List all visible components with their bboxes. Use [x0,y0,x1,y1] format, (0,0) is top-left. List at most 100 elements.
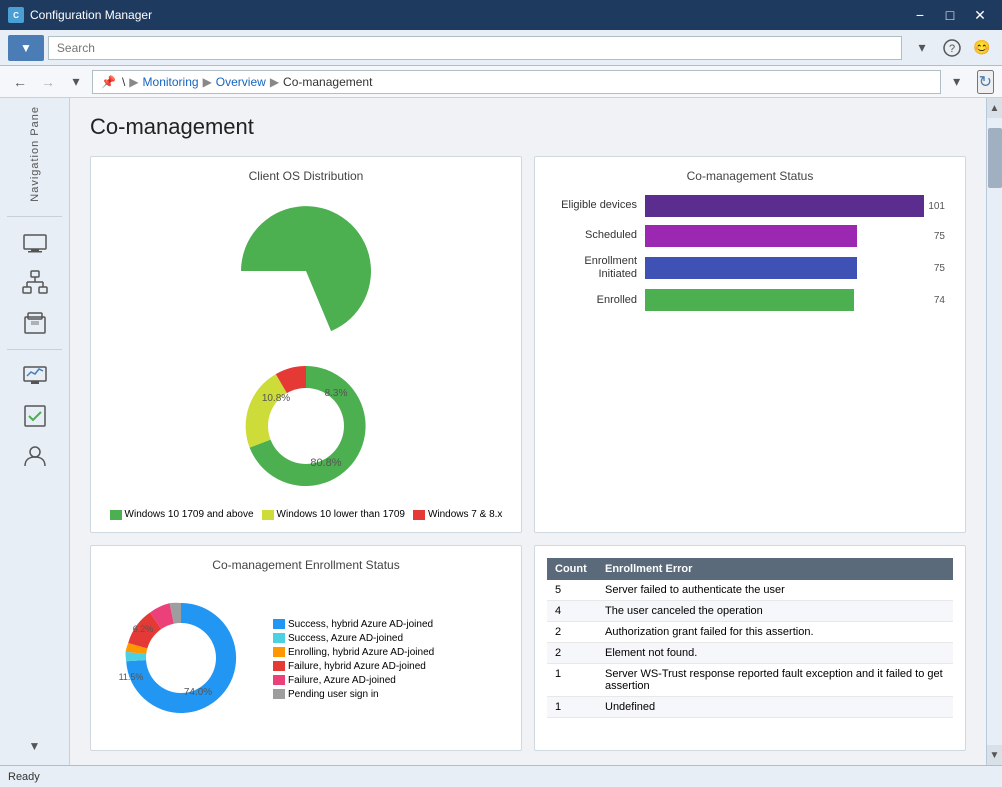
legend-win7-label: Windows 7 & 8.x [428,509,502,520]
legend-green-box [110,510,122,520]
legend-win10-above-label: Windows 10 1709 and above [125,509,254,520]
legend-pending: Pending user sign in [273,689,434,700]
green-pct-label: 80.8% [310,457,341,469]
nav-icon-devices[interactable] [17,225,53,261]
bar-label-enrollment: Enrollment Initiated [555,255,645,281]
bottom-row: Co-management Enrollment Status [90,545,966,751]
scroll-thumb[interactable] [988,128,1002,188]
nav-dropdown-button[interactable]: ▾ [64,70,88,94]
count-cell: 2 [547,643,597,664]
legend-red-box2 [273,661,285,671]
red-pct: 11.5% [119,672,144,682]
bar-track-scheduled [645,225,930,247]
legend-azure-success: Success, Azure AD-joined [273,633,434,644]
error-cell: Server failed to authenticate the user [597,580,953,601]
forward-button[interactable]: → [36,70,60,94]
nav-pane-label: Navigation Pane [29,106,41,202]
refresh-button[interactable]: ↻ [977,70,994,94]
nav-separator-2 [7,349,62,350]
table-row: 2Element not found. [547,643,953,664]
error-header: Enrollment Error [597,558,953,580]
scroll-up-button[interactable]: ▲ [987,98,1002,118]
nav-icon-network[interactable] [17,265,53,301]
bar-track-eligible [645,195,924,217]
top-cards-grid: Client OS Distribution [90,156,966,533]
count-cell: 2 [547,622,597,643]
close-button[interactable]: ✕ [966,5,994,25]
breadcrumb-overview[interactable]: Overview [216,75,266,89]
breadcrumb-monitoring[interactable]: Monitoring [143,75,199,89]
content-scroll[interactable]: Co-management Client OS Distribution [70,98,986,765]
enrollment-errors-table: Count Enrollment Error 5Server failed to… [547,558,953,718]
bar-label-scheduled: Scheduled [555,229,645,242]
legend-win10-above: Windows 10 1709 and above [110,509,254,520]
red-pct-label: 8.3% [325,388,348,399]
breadcrumb-bar: 📌 \ ▶ Monitoring ▶ Overview ▶ Co-managem… [92,70,941,94]
legend-blue-box [273,619,285,629]
back-button[interactable]: ← [8,70,32,94]
enrollment-donut-and-legend: 74.0% 11.5% 6.2% Success, hybrid Azure A… [103,580,509,738]
legend-failure-azure-label: Failure, Azure AD-joined [288,675,396,686]
legend-enrolling-hybrid: Enrolling, hybrid Azure AD-joined [273,647,434,658]
legend-gray-box [273,689,285,699]
status-bar: Ready [0,765,1002,787]
legend-cyan-box [273,633,285,643]
menu-dropdown-button[interactable]: ▼ [8,35,44,61]
bar-fill-enrolled [645,289,854,311]
content-panel: Co-management Client OS Distribution [70,98,986,765]
legend-failure-hybrid: Failure, hybrid Azure AD-joined [273,661,434,672]
legend-pink-box [273,675,285,685]
bar-label-enrolled: Enrolled [555,294,645,307]
window-title: Configuration Manager [30,8,900,22]
bar-fill-eligible [645,195,924,217]
count-header: Count [547,558,597,580]
table-row: 2Authorization grant failed for this ass… [547,622,953,643]
breadcrumb-current: Co-management [283,75,372,89]
scroll-track [987,118,1002,745]
page-title: Co-management [90,114,966,140]
breadcrumb-sep-3: ▶ [270,75,279,89]
toolbar-icons: ▾ ? 😊 [910,36,994,60]
dropdown-arrow-button[interactable]: ▾ [910,36,934,60]
legend-red-box [413,510,425,520]
left-nav: Navigation Pane ▼ [0,98,70,765]
help-button[interactable]: ? [940,36,964,60]
table-row: 1Server WS-Trust response reported fault… [547,664,953,697]
client-os-donut: 10.8% 8.3% 80.8% Windows 10 1709 and abo… [103,191,509,520]
enrollment-donut-wrapper: 74.0% 11.5% 6.2% [103,580,263,738]
donut-svg-final: 10.8% 8.3% 80.8% [226,351,386,501]
nav-collapse-button[interactable]: ▼ [25,735,45,757]
legend-failure-hybrid-label: Failure, hybrid Azure AD-joined [288,661,426,672]
bar-value-scheduled: 75 [934,231,945,242]
nav-icon-users[interactable] [17,438,53,474]
enrollment-status-title: Co-management Enrollment Status [103,558,509,572]
breadcrumb-dropdown-button[interactable]: ▾ [945,70,969,94]
legend-win10-below: Windows 10 lower than 1709 [262,509,405,520]
error-cell: Undefined [597,697,953,718]
bar-value-enrolled: 74 [934,295,945,306]
user-button[interactable]: 😊 [970,36,994,60]
table-row: 4The user canceled the operation [547,601,953,622]
legend-failure-azure: Failure, Azure AD-joined [273,675,434,686]
right-scrollbar: ▲ ▼ [986,98,1002,765]
nav-icon-monitor[interactable] [17,358,53,394]
count-cell: 4 [547,601,597,622]
error-rows: 5Server failed to authenticate the user4… [547,580,953,718]
bar-chart: Eligible devices 101 Scheduled 75 [547,191,953,323]
error-cell: Server WS-Trust response reported fault … [597,664,953,697]
scroll-down-button[interactable]: ▼ [987,745,1002,765]
window-controls: − □ ✕ [906,5,994,25]
minimize-button[interactable]: − [906,5,934,25]
client-os-title: Client OS Distribution [103,169,509,183]
legend-pending-label: Pending user sign in [288,689,379,700]
nav-separator-1 [7,216,62,217]
nav-icon-compliance[interactable] [17,398,53,434]
search-input[interactable] [48,36,902,60]
maximize-button[interactable]: □ [936,5,964,25]
legend-hybrid-success-label: Success, hybrid Azure AD-joined [288,619,433,630]
table-header-row: Count Enrollment Error [547,558,953,580]
bar-row-enrolled: Enrolled 74 [555,289,945,311]
pin-icon: 📌 [101,75,116,89]
bar-row-enrollment: Enrollment Initiated 75 [555,255,945,281]
nav-icon-packages[interactable] [17,305,53,341]
